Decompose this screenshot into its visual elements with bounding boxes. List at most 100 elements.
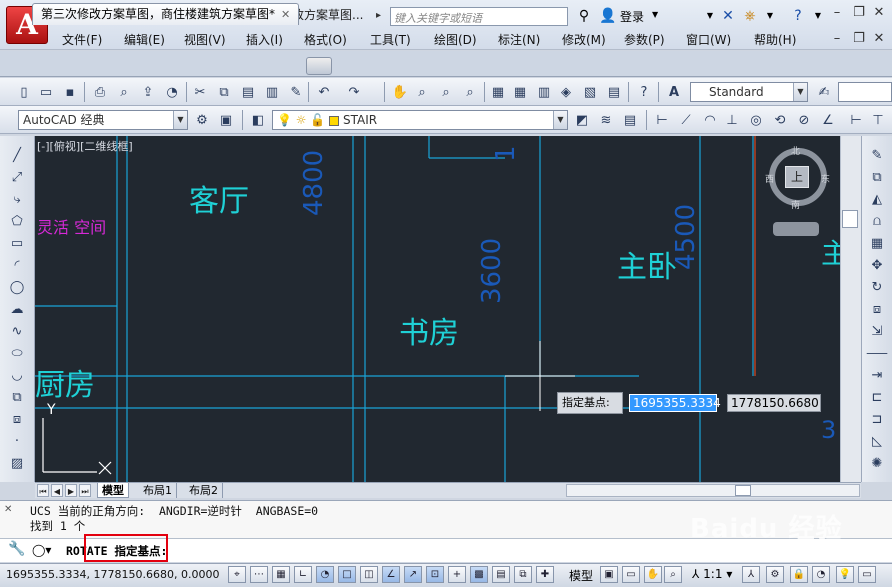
isolate-objects-icon[interactable]: 💡: [836, 566, 854, 583]
tab-layout1[interactable]: 布局1: [139, 483, 177, 498]
viewcube-north[interactable]: 北: [791, 144, 800, 157]
zoom-status-icon[interactable]: ⌕: [664, 566, 682, 583]
sheet-set-icon[interactable]: ◈: [556, 82, 576, 102]
ortho-mode-icon[interactable]: ∟: [294, 566, 312, 583]
help-dropdown-icon[interactable]: ▼: [808, 6, 828, 26]
quick-dim-icon[interactable]: ⊢: [846, 110, 866, 130]
dim-aligned-icon[interactable]: ⟋: [676, 110, 696, 130]
model-space-toggle[interactable]: 模型: [569, 567, 593, 584]
dim-style-icon[interactable]: ✍: [814, 82, 834, 102]
layer-properties-icon[interactable]: ◧: [248, 110, 268, 130]
command-close-icon[interactable]: ✕: [4, 504, 24, 532]
plot-icon[interactable]: ⎙: [90, 82, 110, 102]
array-icon[interactable]: ▦: [866, 234, 888, 254]
dim-baseline-icon[interactable]: ⊤: [868, 110, 888, 130]
zoom-previous-icon[interactable]: ⌕: [460, 82, 480, 102]
point-icon[interactable]: ·: [6, 432, 28, 452]
cut-icon[interactable]: ✂: [190, 82, 210, 102]
pan-status-icon[interactable]: ✋: [644, 566, 662, 583]
dim-jogged-icon[interactable]: ⟲: [770, 110, 790, 130]
ellipse-icon[interactable]: ⬭: [6, 344, 28, 364]
menu-help[interactable]: 帮助(H): [746, 30, 806, 50]
layer-icon[interactable]: ▣: [216, 110, 236, 130]
dim-diameter-icon[interactable]: ⊘: [794, 110, 814, 130]
3d-print-icon[interactable]: ◔: [162, 82, 182, 102]
dim-radius-icon[interactable]: ◎: [746, 110, 766, 130]
menu-edit[interactable]: 编辑(E): [116, 30, 176, 50]
dim-linear-icon[interactable]: ⊢: [652, 110, 672, 130]
vertical-scrollbar[interactable]: [840, 136, 861, 482]
grid-display-icon[interactable]: ▦: [272, 566, 290, 583]
lineweight-icon[interactable]: +: [448, 566, 466, 583]
quick-view-drawings-icon[interactable]: ▭: [622, 566, 640, 583]
coordinate-display[interactable]: 1695355.3334, 1778150.6680, 0.0000: [6, 568, 219, 581]
break-icon[interactable]: ⊏: [866, 388, 888, 408]
scale-icon[interactable]: ⧈: [866, 300, 888, 320]
help-icon[interactable]: ?: [788, 6, 808, 26]
dropdown-arrow-icon[interactable]: ▼: [700, 6, 720, 26]
spline-icon[interactable]: ∿: [6, 322, 28, 342]
dynamic-input-icon[interactable]: ⊡: [426, 566, 444, 583]
vertical-scroll-thumb[interactable]: [842, 210, 858, 228]
binoculars-icon[interactable]: ⚲: [574, 6, 594, 26]
dim-angular-icon[interactable]: ∠: [818, 110, 838, 130]
layer-state-icon[interactable]: ▤: [620, 110, 640, 130]
zoom-realtime-icon[interactable]: ⌕: [412, 82, 432, 102]
menu-format[interactable]: 格式(O): [296, 30, 362, 50]
clean-screen-icon[interactable]: ▭: [858, 566, 876, 583]
line-icon[interactable]: ╱: [6, 146, 28, 166]
doc-minimize-button[interactable]: –: [826, 30, 848, 48]
make-block-icon[interactable]: ⧈: [6, 410, 28, 430]
layer-previous-icon[interactable]: ≋: [596, 110, 616, 130]
hardware-acceleration-icon[interactable]: ◔: [812, 566, 830, 583]
prev-layout-icon[interactable]: ◀: [51, 484, 63, 497]
polyline-icon[interactable]: ⤷: [6, 190, 28, 210]
dynamic-input-x-field[interactable]: 1695355.3334: [629, 394, 721, 412]
ellipse-arc-icon[interactable]: ◡: [6, 366, 28, 386]
publish-icon[interactable]: ⇪: [138, 82, 158, 102]
login-dropdown-icon[interactable]: ▼: [652, 10, 658, 19]
object-snap-icon[interactable]: □: [338, 566, 356, 583]
rotate-icon[interactable]: ↻: [866, 278, 888, 298]
copy-icon[interactable]: ⧉: [214, 82, 234, 102]
search-expand-icon[interactable]: ▸: [376, 7, 388, 25]
document-tab[interactable]: 第三次修改方案草图，商住楼建筑方案草图* ✕: [32, 3, 300, 25]
quick-properties-icon[interactable]: ▤: [492, 566, 510, 583]
object-snap-tracking-icon[interactable]: ∠: [382, 566, 400, 583]
lock-ui-icon[interactable]: 🔒: [790, 566, 808, 583]
revision-cloud-icon[interactable]: ☁: [6, 300, 28, 320]
tab-layout2[interactable]: 布局2: [185, 483, 223, 498]
user-icon[interactable]: 👤: [598, 6, 618, 26]
infer-constraints-icon[interactable]: ⌖: [228, 566, 246, 583]
join-icon[interactable]: ⊐: [866, 410, 888, 430]
plot-preview-icon[interactable]: ⌕: [114, 82, 134, 102]
menu-modify[interactable]: 修改(M): [554, 30, 616, 50]
tool-palettes-icon[interactable]: ▥: [534, 82, 554, 102]
viewport-controls[interactable]: [-][俯视][二维线框]: [37, 138, 133, 154]
dim-ordinate-icon[interactable]: ⊥: [722, 110, 742, 130]
trim-icon[interactable]: ⸺: [866, 344, 888, 364]
transparency-icon[interactable]: ▩: [470, 566, 488, 583]
mirror-icon[interactable]: ◭: [866, 190, 888, 210]
viewcube-top-face[interactable]: 上: [785, 166, 809, 188]
arc-icon[interactable]: ◜: [6, 256, 28, 276]
paste-special-icon[interactable]: ▥: [262, 82, 282, 102]
dim-arc-icon[interactable]: ◠: [700, 110, 720, 130]
workspace-select[interactable]: AutoCAD 经典 ▼: [18, 110, 188, 130]
construction-line-icon[interactable]: ⤢: [6, 168, 28, 188]
menu-insert[interactable]: 插入(I): [238, 30, 296, 50]
restore-button[interactable]: ❐: [848, 4, 870, 22]
extend-icon[interactable]: ⇥: [866, 366, 888, 386]
redo-icon[interactable]: ↷: [344, 82, 364, 102]
offset-icon[interactable]: ⩍: [866, 212, 888, 232]
customize-wrench-icon[interactable]: 🔧: [8, 540, 26, 558]
doc-close-button[interactable]: ✕: [868, 30, 890, 48]
help-toolbar-icon[interactable]: ?: [634, 82, 654, 102]
workspace-settings-icon[interactable]: ⚙: [192, 110, 212, 130]
dynamic-input-y-field[interactable]: 1778150.6680: [727, 394, 821, 412]
dim-style-select[interactable]: [838, 82, 892, 102]
quick-view-layouts-icon[interactable]: ▣: [600, 566, 618, 583]
qnew-icon[interactable]: ▯: [14, 82, 34, 102]
zoom-window-icon[interactable]: ⌕: [436, 82, 456, 102]
polar-tracking-icon[interactable]: ◔: [316, 566, 334, 583]
